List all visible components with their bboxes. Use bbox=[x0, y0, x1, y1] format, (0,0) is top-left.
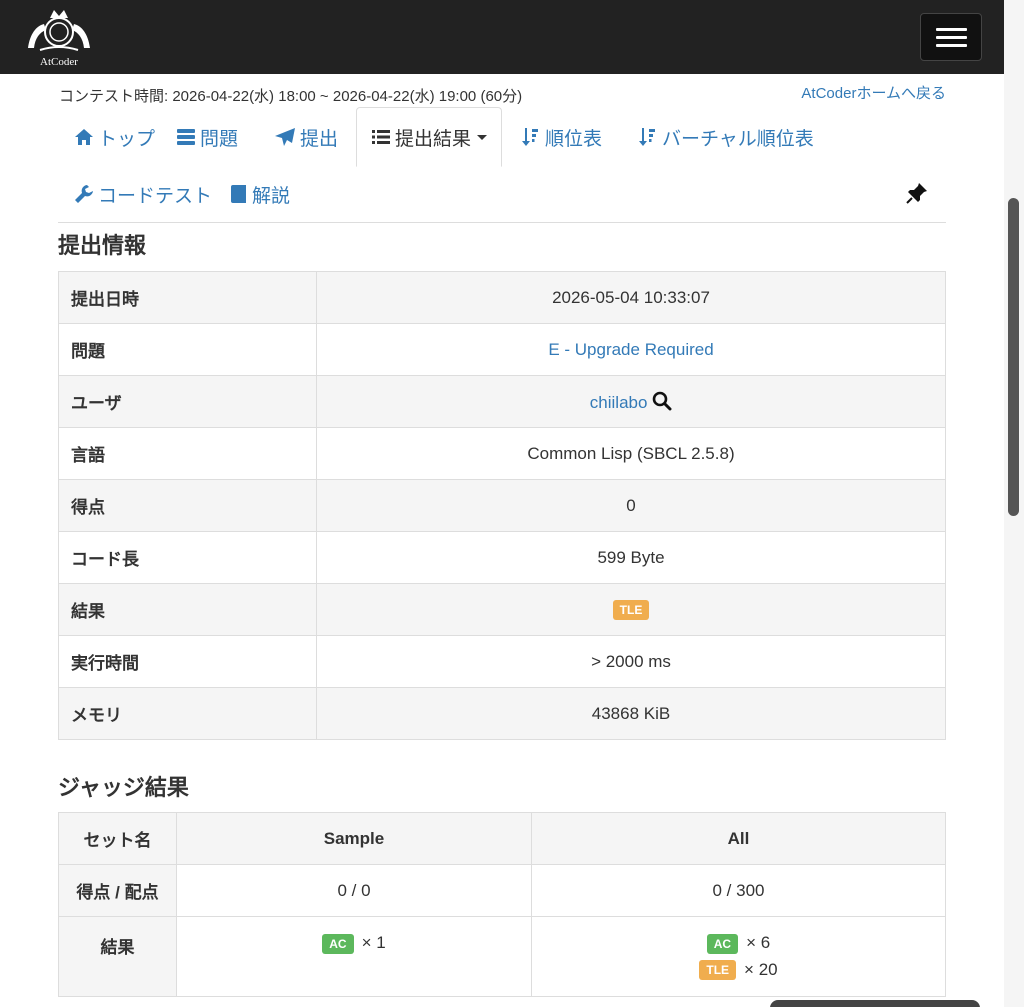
table-row: 提出日時 2026-05-04 10:33:07 bbox=[58, 271, 946, 324]
hamburger-icon-bar bbox=[936, 36, 967, 39]
tab-virtual-standings[interactable]: バーチャル順位表 bbox=[638, 113, 814, 161]
ac-badge: AC bbox=[322, 933, 354, 954]
sort-icon bbox=[639, 128, 655, 146]
tab-submit-label: 提出 bbox=[300, 128, 339, 150]
logo-text: AtCoder bbox=[40, 56, 78, 68]
tab-editorial-label: 解説 bbox=[252, 185, 291, 207]
navbar: AtCoder bbox=[0, 0, 1004, 74]
send-icon bbox=[275, 128, 295, 146]
set-name-header: セット名 bbox=[58, 812, 177, 865]
code-length-value: 599 Byte bbox=[316, 531, 946, 584]
row-label: メモリ bbox=[58, 687, 317, 740]
laurel-crest-icon bbox=[28, 10, 90, 51]
tab-tasks-label: 問題 bbox=[200, 128, 239, 150]
row-label: 得点 bbox=[58, 479, 317, 532]
contest-time: コンテスト時間: 2026-04-22(水) 18:00 ~ 2026-04-2… bbox=[59, 88, 523, 105]
language-value: Common Lisp (SBCL 2.5.8) bbox=[316, 427, 946, 480]
sample-score: 0 / 0 bbox=[176, 864, 532, 917]
all-header: All bbox=[531, 812, 946, 865]
tab-results-label: 提出結果 bbox=[395, 128, 472, 150]
all-results: AC × 6 TLE × 20 bbox=[531, 916, 946, 997]
book-icon bbox=[231, 185, 246, 203]
tab-standings-label: 順位表 bbox=[545, 128, 603, 150]
scrollbar-thumb[interactable] bbox=[1008, 198, 1019, 516]
user-link[interactable]: chiilabo bbox=[590, 393, 648, 412]
sample-header: Sample bbox=[176, 812, 532, 865]
tab-tasks[interactable]: 問題 bbox=[176, 113, 238, 161]
table-row: 結果 AC × 1 AC × 6 TLE × 20 bbox=[58, 916, 946, 997]
table-row: コード長 599 Byte bbox=[58, 531, 946, 584]
judge-result-heading: ジャッジ結果 bbox=[58, 775, 189, 800]
home-icon bbox=[75, 129, 93, 145]
result-count: × 6 bbox=[746, 933, 771, 952]
exec-time-value: > 2000 ms bbox=[316, 635, 946, 688]
tab-results[interactable]: 提出結果 bbox=[356, 107, 503, 167]
tasks-icon bbox=[177, 129, 195, 145]
tab-custom-test[interactable]: コードテスト bbox=[74, 170, 212, 218]
row-label: 結果 bbox=[58, 583, 317, 636]
score-value: 0 bbox=[316, 479, 946, 532]
submission-info-heading: 提出情報 bbox=[58, 233, 147, 258]
pin-icon[interactable] bbox=[906, 182, 928, 209]
atcoder-home-link[interactable]: AtCoderホームへ戻る bbox=[801, 82, 946, 103]
table-row: 得点 0 bbox=[58, 479, 946, 532]
chevron-down-icon bbox=[477, 134, 488, 140]
tab-editorial[interactable]: 解説 bbox=[230, 170, 290, 218]
memory-value: 43868 KiB bbox=[316, 687, 946, 740]
row-label: 問題 bbox=[58, 323, 317, 376]
tabs-divider bbox=[58, 222, 946, 223]
tab-standings[interactable]: 順位表 bbox=[521, 113, 602, 161]
table-row: 言語 Common Lisp (SBCL 2.5.8) bbox=[58, 427, 946, 480]
score-label: 得点 / 配点 bbox=[58, 864, 177, 917]
submission-time: 2026-05-04 10:33:07 bbox=[316, 271, 946, 324]
search-icon[interactable] bbox=[652, 391, 672, 411]
table-row: メモリ 43868 KiB bbox=[58, 687, 946, 740]
tab-top[interactable]: トップ bbox=[74, 113, 155, 161]
judge-result-table: セット名 Sample All 得点 / 配点 0 / 0 0 / 300 結果… bbox=[58, 812, 946, 997]
hamburger-menu-button[interactable] bbox=[920, 13, 982, 61]
tab-custom-test-label: コードテスト bbox=[98, 185, 213, 207]
table-row: 得点 / 配点 0 / 0 0 / 300 bbox=[58, 864, 946, 917]
status-badge: TLE bbox=[612, 599, 650, 620]
row-label: コード長 bbox=[58, 531, 317, 584]
row-label: ユーザ bbox=[58, 375, 317, 428]
all-score: 0 / 300 bbox=[531, 864, 946, 917]
tle-badge: TLE bbox=[699, 960, 737, 981]
row-label: 言語 bbox=[58, 427, 317, 480]
atcoder-logo[interactable]: AtCoder bbox=[20, 4, 98, 70]
sort-icon bbox=[522, 128, 538, 146]
table-row: ユーザ chiilabo bbox=[58, 375, 946, 428]
tab-top-label: トップ bbox=[98, 128, 156, 150]
result-count: × 20 bbox=[744, 959, 778, 979]
result-count: × 1 bbox=[361, 933, 386, 952]
hamburger-icon-bar bbox=[936, 44, 967, 47]
tab-virtual-standings-label: バーチャル順位表 bbox=[662, 128, 814, 150]
tab-submit[interactable]: 提出 bbox=[274, 113, 338, 161]
table-row: 結果 TLE bbox=[58, 583, 946, 636]
submission-info-table: 提出日時 2026-05-04 10:33:07 問題 E - Upgrade … bbox=[58, 271, 946, 740]
table-header-row: セット名 Sample All bbox=[58, 812, 946, 865]
result-label: 結果 bbox=[58, 916, 177, 997]
table-row: 実行時間 > 2000 ms bbox=[58, 635, 946, 688]
row-label: 提出日時 bbox=[58, 271, 317, 324]
sample-results: AC × 1 bbox=[176, 916, 532, 997]
wrench-icon bbox=[75, 185, 93, 203]
list-icon bbox=[372, 130, 390, 144]
task-link[interactable]: E - Upgrade Required bbox=[548, 340, 713, 359]
floating-panel-edge bbox=[770, 1000, 980, 1007]
table-row: 問題 E - Upgrade Required bbox=[58, 323, 946, 376]
row-label: 実行時間 bbox=[58, 635, 317, 688]
ac-badge: AC bbox=[706, 933, 739, 954]
hamburger-icon-bar bbox=[936, 28, 967, 31]
